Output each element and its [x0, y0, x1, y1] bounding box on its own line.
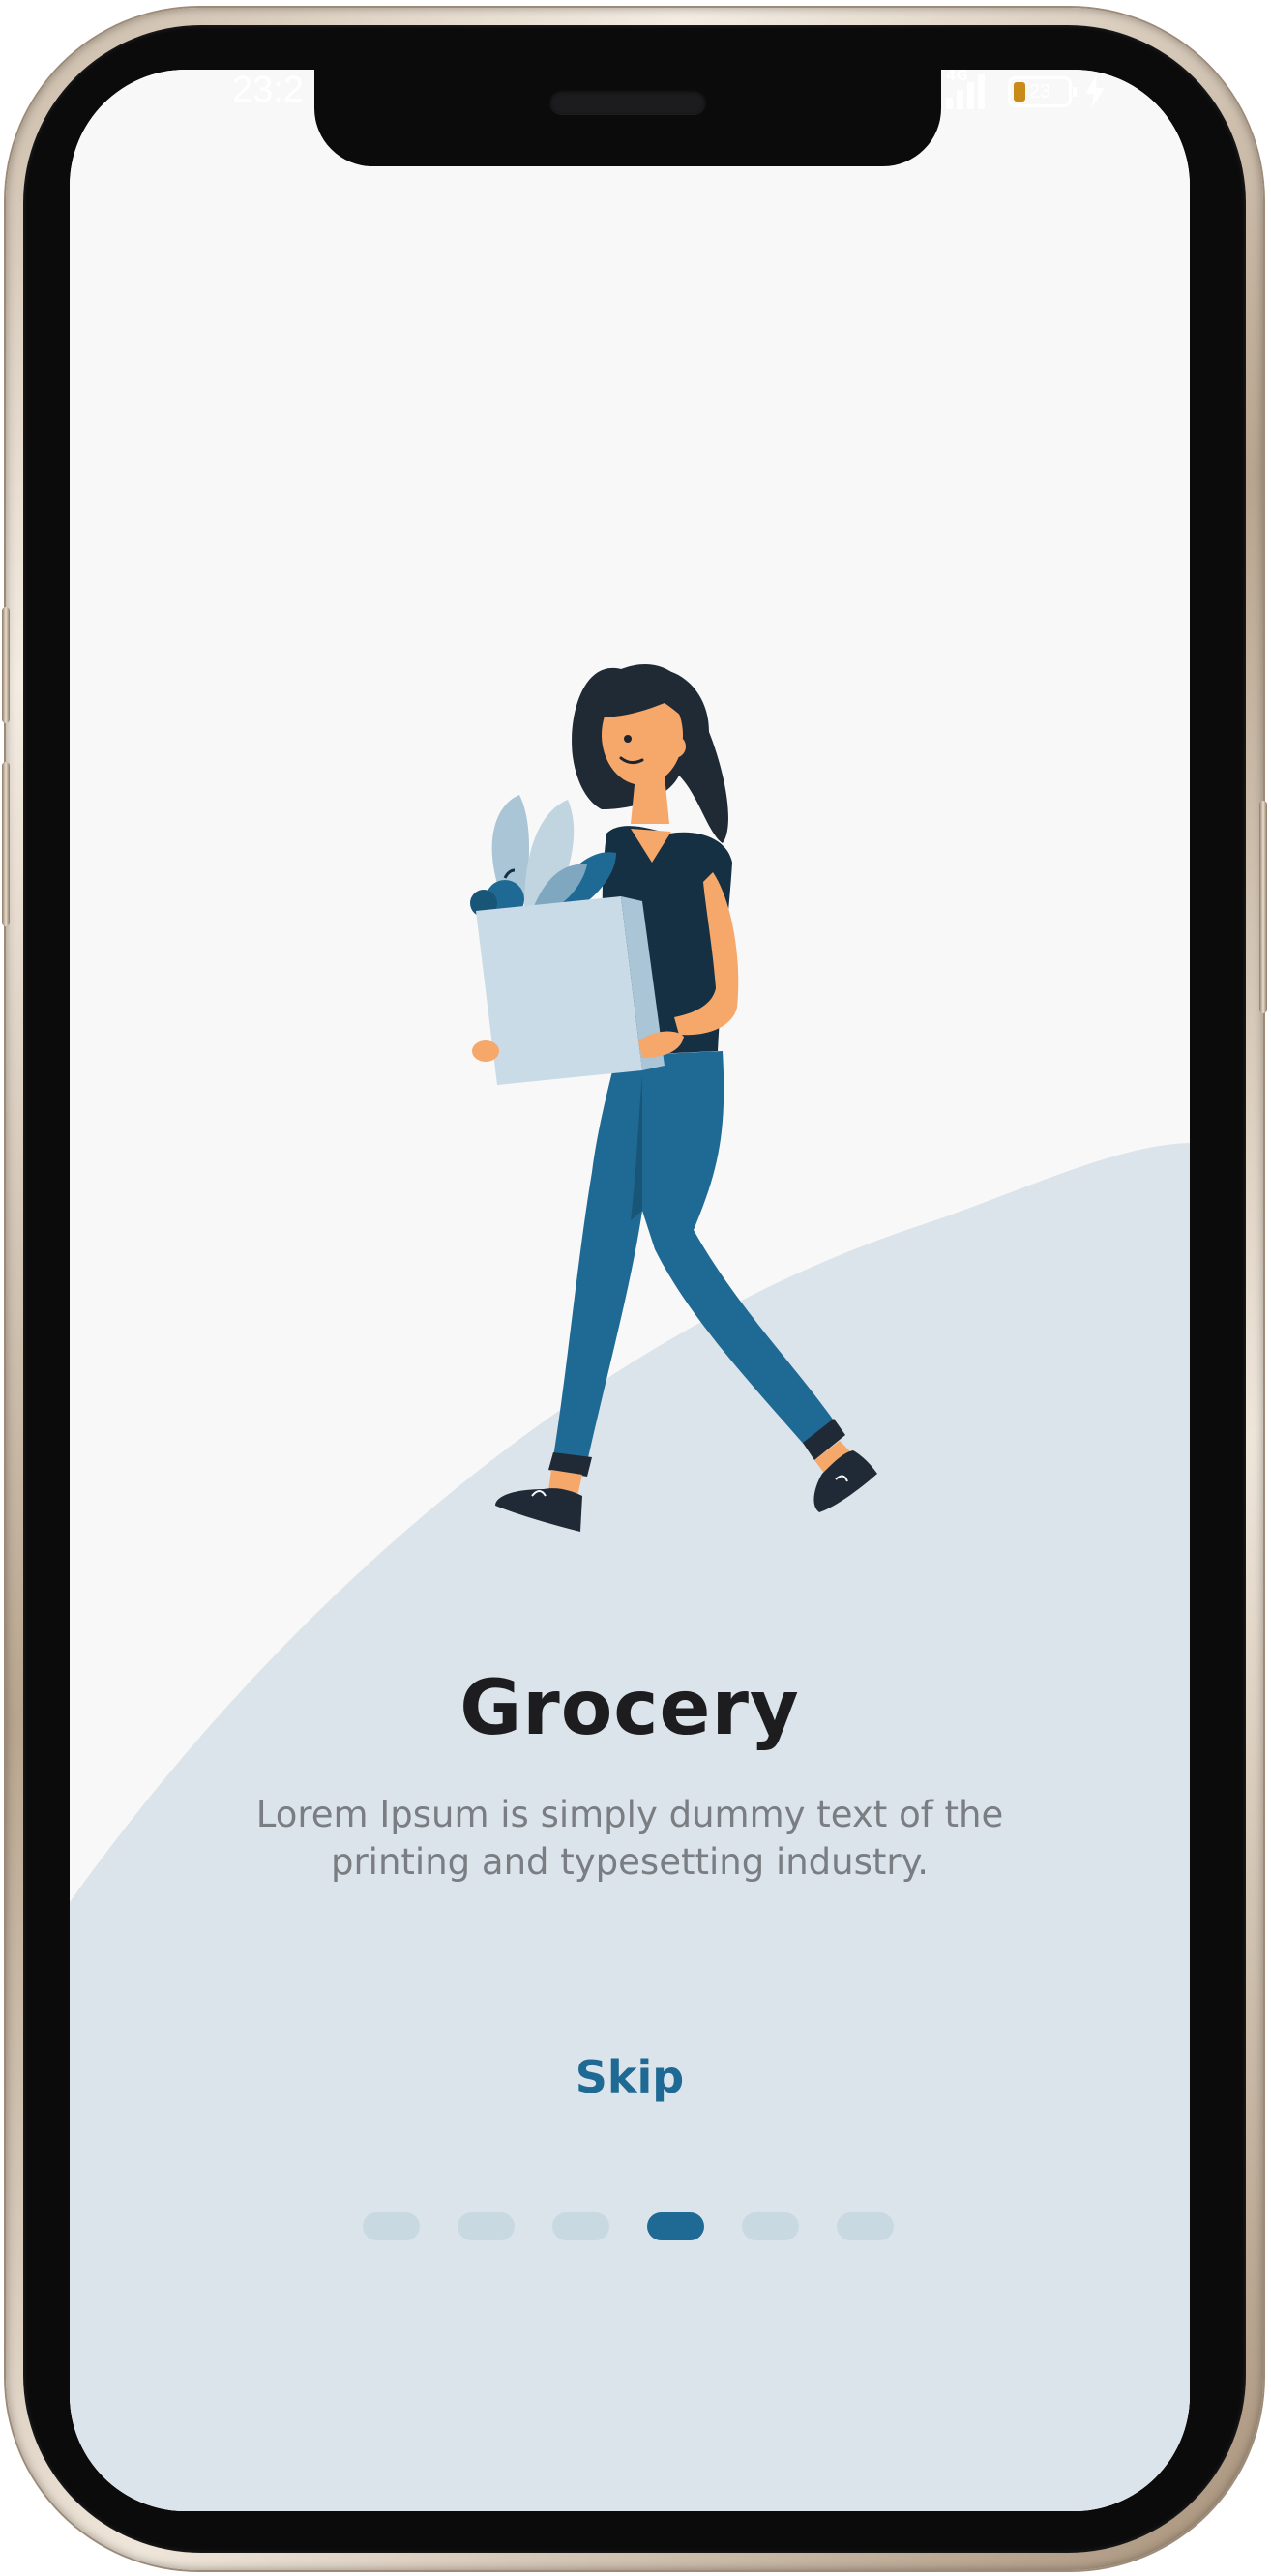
- page-indicator: [363, 2212, 894, 2240]
- skip-button[interactable]: Skip: [533, 2038, 726, 2116]
- signal-icon: 4G: [946, 67, 996, 111]
- battery-level: 23: [1028, 80, 1051, 102]
- status-indicators: 4G 23: [946, 67, 1107, 112]
- camera-notch: [314, 29, 941, 166]
- side-button: [1259, 801, 1267, 1013]
- side-button: [2, 607, 10, 723]
- page-dot-3[interactable]: [552, 2212, 609, 2240]
- battery-icon: 23: [1008, 76, 1077, 107]
- battery-fill: [1014, 82, 1025, 102]
- network-type: 4G: [946, 67, 968, 84]
- earpiece-speaker: [549, 89, 706, 114]
- onboarding-description: Lorem Ipsum is simply dummy text of the …: [255, 1794, 1004, 1883]
- status-time: 23:2: [232, 70, 304, 110]
- page-dot-6[interactable]: [837, 2212, 894, 2240]
- page-dot-1[interactable]: [363, 2212, 420, 2240]
- onboarding-screen: Grocery Lorem Ipsum is simply dummy text…: [70, 70, 1190, 2511]
- page-dot-4-active[interactable]: [647, 2212, 704, 2240]
- grocery-illustration: [470, 663, 877, 1532]
- side-button: [2, 762, 10, 926]
- onboarding-title: Grocery: [459, 1665, 800, 1752]
- page-dot-2[interactable]: [458, 2212, 515, 2240]
- charging-icon: [1085, 74, 1105, 109]
- page-dot-5[interactable]: [742, 2212, 799, 2240]
